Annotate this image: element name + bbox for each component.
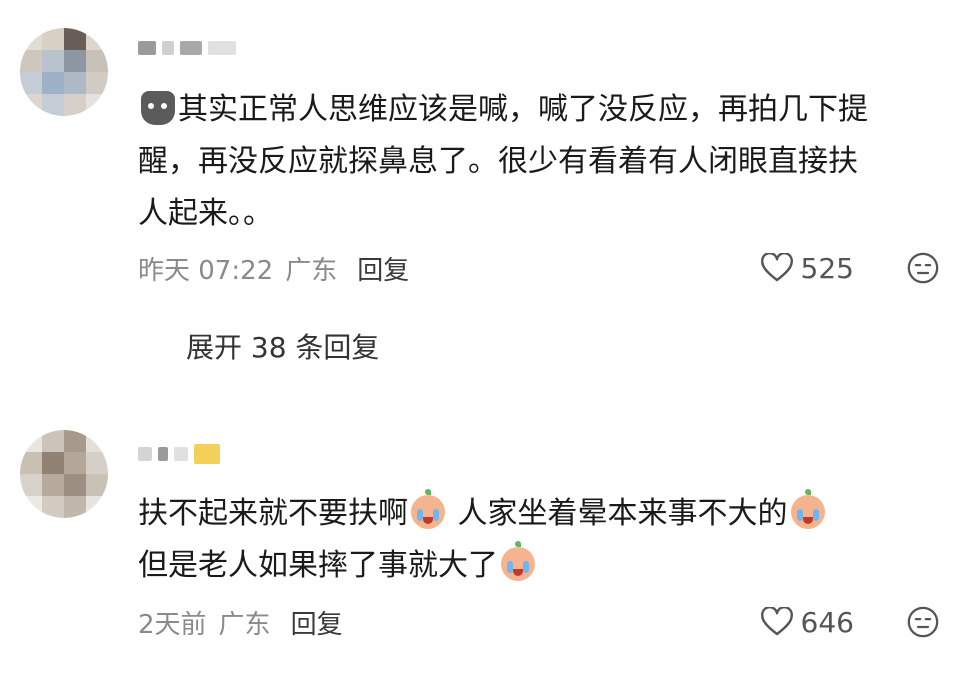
comment-location: 广东	[285, 255, 338, 286]
comment-location: 广东	[218, 609, 271, 640]
comment-text: 扶不起来就不要扶啊 人家坐着晕本来事不大的 但是老人如果摔了事就大了	[138, 488, 938, 592]
crying-face-emoji-icon	[411, 489, 445, 529]
like-count: 525	[800, 251, 854, 285]
reply-button[interactable]: 回复	[357, 250, 409, 287]
comment-meta: 昨天 07:22 广东 回复 525	[138, 248, 940, 288]
dislike-button[interactable]	[906, 605, 940, 639]
comment-line: 人起来。。	[138, 196, 273, 231]
dislike-face-icon	[907, 252, 939, 284]
comment-time: 2天前	[138, 609, 207, 640]
dislike-face-icon	[907, 606, 939, 638]
comment-text: 其实正常人思维应该是喊，喊了没反应，再拍几下提 醒，再没反应就探鼻息了。很少有看…	[138, 84, 938, 240]
comment-time: 昨天 07:22	[138, 255, 274, 286]
username-redacted[interactable]	[138, 442, 248, 466]
comment-meta: 2天前 广东 回复 646	[138, 602, 940, 642]
avatar[interactable]	[20, 430, 108, 518]
crying-face-emoji-icon	[790, 489, 825, 529]
comment-segment: 人家坐着晕本来事不大的	[448, 496, 788, 531]
like-button[interactable]: 646	[760, 605, 854, 639]
username-redacted[interactable]	[138, 36, 248, 60]
expand-replies-button[interactable]: 展开 38 条回复	[186, 326, 379, 366]
comment-item: 扶不起来就不要扶啊 人家坐着晕本来事不大的 但是老人如果摔了事就大了 2天前 广…	[0, 418, 960, 658]
avatar[interactable]	[20, 28, 108, 116]
dislike-button[interactable]	[906, 251, 940, 285]
like-button[interactable]: 525	[760, 251, 854, 285]
heart-icon	[760, 607, 793, 636]
crying-face-emoji-icon	[501, 541, 535, 581]
reply-button[interactable]: 回复	[291, 604, 343, 641]
comment-line: 醒，再没反应就探鼻息了。很少有看着有人闭眼直接扶	[138, 144, 858, 179]
comment-segment: 但是老人如果摔了事就大了	[138, 548, 498, 583]
comment-line: 其实正常人思维应该是喊，喊了没反应，再拍几下提	[178, 92, 868, 127]
cat-emoji-icon	[141, 91, 175, 125]
comment-item: 其实正常人思维应该是喊，喊了没反应，再拍几下提 醒，再没反应就探鼻息了。很少有看…	[0, 18, 960, 398]
heart-icon	[760, 253, 793, 282]
like-count: 646	[800, 605, 854, 639]
comment-segment: 扶不起来就不要扶啊	[138, 496, 408, 531]
